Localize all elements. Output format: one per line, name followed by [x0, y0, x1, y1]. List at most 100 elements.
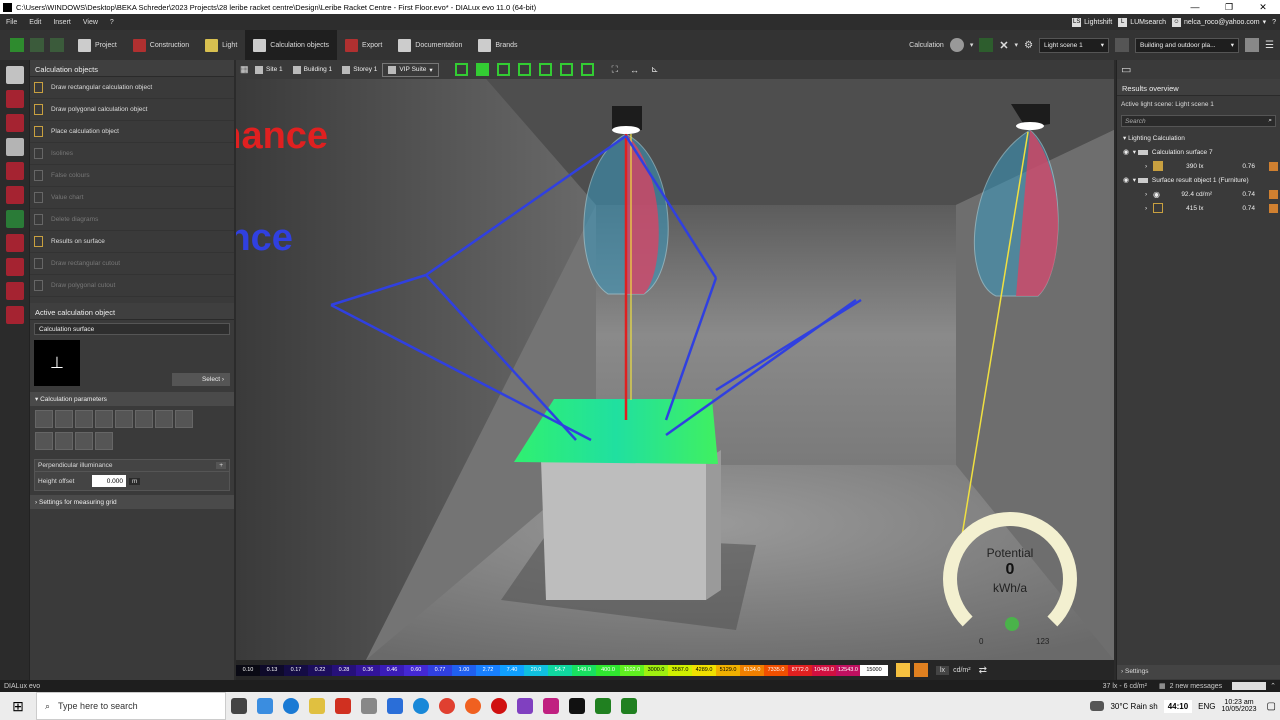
unit-cdm-button[interactable]: cd/m²	[953, 667, 971, 674]
close-window-button[interactable]: ✕	[1246, 2, 1280, 13]
sun-icon[interactable]	[75, 432, 93, 450]
scene-edit-icon[interactable]	[1115, 38, 1130, 52]
weather-label[interactable]: 30°C Rain sh	[1110, 702, 1157, 711]
grid-illuminance-icon[interactable]	[75, 410, 93, 428]
scale-toggle-icon[interactable]	[896, 663, 910, 677]
save-icon[interactable]	[10, 38, 24, 52]
swap-icon[interactable]: ⇄	[979, 665, 987, 676]
room-tool-icon[interactable]	[5, 186, 24, 204]
surface-result-row[interactable]: › 390 lx 0.76	[1117, 159, 1280, 173]
monitor-icon[interactable]: ▭	[1121, 63, 1131, 76]
perpendicular-illuminance-icon[interactable]	[35, 410, 53, 428]
rectangle-tool-icon[interactable]	[5, 282, 24, 300]
tab-brands[interactable]: Brands	[470, 30, 525, 60]
tab-project[interactable]: Project	[70, 30, 125, 60]
stop-calculation-icon[interactable]: ✕	[999, 39, 1008, 52]
menu-help[interactable]: ?	[104, 19, 120, 26]
menu-file[interactable]: File	[0, 19, 23, 26]
firefox-icon[interactable]	[465, 698, 481, 714]
edge-icon[interactable]	[283, 698, 299, 714]
vertical-illuminance-icon[interactable]	[95, 410, 113, 428]
media-icon[interactable]	[491, 698, 507, 714]
chrome-icon[interactable]	[439, 698, 455, 714]
cutaway-icon[interactable]	[538, 63, 552, 76]
grid-tool-icon[interactable]	[5, 306, 24, 324]
scale-gradient-icon[interactable]	[914, 663, 928, 677]
open-box-icon[interactable]	[517, 63, 531, 76]
settings-section[interactable]: › Settings	[1117, 665, 1280, 679]
floor-plan-icon[interactable]	[454, 63, 468, 76]
redo-icon[interactable]	[50, 38, 64, 52]
3d-viewport[interactable]: ▦ Site 1 Building 1 Storey 1 VIP Suite ▾…	[236, 60, 1114, 660]
inclined-illuminance-icon[interactable]	[95, 432, 113, 450]
door-tool-icon[interactable]	[5, 258, 24, 276]
dialux-taskbar-icon[interactable]	[569, 698, 585, 714]
expand-icon[interactable]: ⌃	[1270, 682, 1276, 690]
tool-item[interactable]: Place calculation object	[30, 121, 234, 143]
menu-insert[interactable]: Insert	[47, 19, 77, 26]
grid-icon[interactable]: ▦	[236, 64, 250, 75]
tool-item[interactable]: Results on surface	[30, 231, 234, 253]
file-explorer-icon[interactable]	[309, 698, 325, 714]
minimize-button[interactable]: —	[1178, 2, 1212, 13]
glasses-icon[interactable]	[135, 410, 153, 428]
light-scene-select[interactable]: Light scene 1 ▾	[1039, 37, 1110, 53]
maximize-button[interactable]: ❐	[1212, 2, 1246, 13]
stop-dropdown-arrow[interactable]: ▾	[1015, 41, 1019, 49]
visibility-eye-icon[interactable]: ◉	[1123, 148, 1131, 156]
calculation-clock-icon[interactable]	[949, 38, 964, 52]
lumsearch-button[interactable]: L LUMsearch	[1118, 17, 1166, 27]
undo-icon[interactable]	[30, 38, 44, 52]
solid-view-icon[interactable]	[475, 63, 489, 76]
projector-icon[interactable]	[55, 432, 73, 450]
tool-item[interactable]: Draw rectangular calculation object	[30, 77, 234, 99]
cylinder-tool-icon[interactable]	[5, 138, 24, 156]
results-search-input[interactable]: Search ⌕	[1121, 115, 1276, 127]
messages-label[interactable]: 2 new messages	[1170, 683, 1223, 690]
notifications-icon[interactable]: ▢	[1263, 701, 1280, 712]
language-indicator[interactable]: ENG	[1198, 702, 1215, 711]
surface-result-object-row[interactable]: ◉ ▾ Surface result object 1 (Furniture)	[1117, 173, 1280, 187]
breadcrumb-storey[interactable]: Storey 1	[337, 65, 382, 74]
task-view-icon[interactable]	[231, 698, 247, 714]
breadcrumb-building[interactable]: Building 1	[288, 65, 338, 74]
emergency-tool-icon[interactable]	[5, 210, 24, 228]
files-icon[interactable]	[257, 698, 273, 714]
calc-surface-tool-icon[interactable]	[5, 66, 24, 84]
messages-icon[interactable]: ▦	[1159, 682, 1166, 690]
fit-view-icon[interactable]: ⛶	[612, 64, 618, 75]
windows-start-icon[interactable]: ⊞	[0, 698, 36, 715]
visibility-eye-icon[interactable]: ◉	[1123, 176, 1131, 184]
paint-icon[interactable]	[361, 698, 377, 714]
menu-edit[interactable]: Edit	[23, 19, 47, 26]
tab-light[interactable]: Light	[197, 30, 245, 60]
view-mode-icon[interactable]	[1245, 38, 1260, 52]
grid-settings-header[interactable]: › Settings for measuring grid	[30, 495, 234, 509]
user-account[interactable]: ☺ nelca_roco@yahoo.com ▾	[1171, 17, 1266, 27]
docs-icon[interactable]	[387, 698, 403, 714]
green-app-2-icon[interactable]	[621, 698, 637, 714]
design-app-icon[interactable]	[543, 698, 559, 714]
office-icon[interactable]	[335, 698, 351, 714]
tab-construction[interactable]: Construction	[125, 30, 197, 60]
tablet-icon[interactable]	[175, 410, 193, 428]
clock[interactable]: 10:23 am 10/05/2023	[1222, 699, 1257, 713]
hamburger-menu-icon[interactable]: ☰	[1265, 40, 1274, 51]
tab-documentation[interactable]: Documentation	[390, 30, 470, 60]
settings-gear-icon[interactable]: ⚙	[1024, 40, 1033, 51]
tab-export[interactable]: Export	[337, 30, 390, 60]
cube-tool-icon[interactable]	[5, 90, 24, 108]
help-icon[interactable]: ?	[1272, 19, 1276, 26]
phone-icon[interactable]	[155, 410, 173, 428]
horizontal-illuminance-icon[interactable]	[55, 410, 73, 428]
calculation-dropdown-arrow[interactable]: ▾	[970, 41, 974, 49]
box-tool-icon[interactable]	[5, 162, 24, 180]
cylindrical-illuminance-icon[interactable]	[35, 432, 53, 450]
tab-calculation-objects[interactable]: Calculation objects	[245, 30, 338, 60]
workplane-tool-icon[interactable]	[5, 114, 24, 132]
measure-icon[interactable]: ↔	[630, 65, 639, 75]
lighting-calc-group[interactable]: ▾ Lighting Calculation	[1117, 131, 1280, 145]
height-offset-input[interactable]: 0.000	[92, 475, 126, 487]
axis-icon[interactable]: ⊾	[651, 64, 659, 75]
section-view-icon[interactable]	[580, 63, 594, 76]
